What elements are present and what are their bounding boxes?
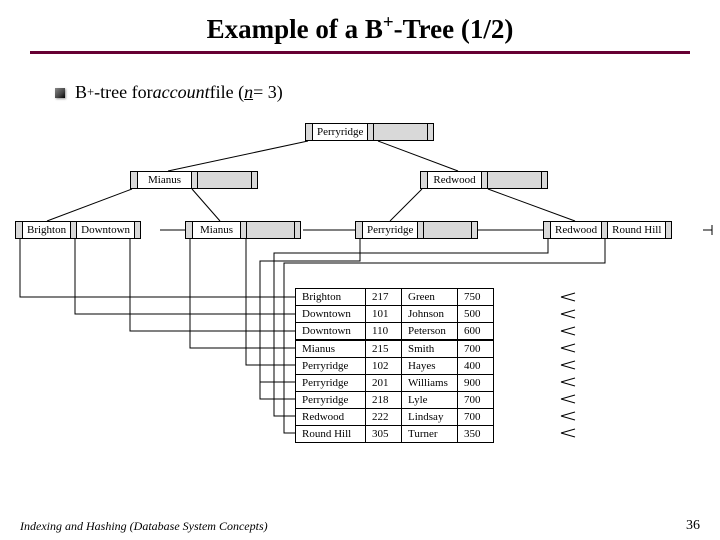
leaf-2: Mianus <box>185 221 301 239</box>
pointer <box>665 222 671 238</box>
bullet-account: account <box>153 82 210 103</box>
leaf-1-key-2: Downtown <box>76 222 134 238</box>
table-cell: Downtown <box>296 323 366 341</box>
table-row: Downtown110Peterson600 <box>296 323 494 341</box>
title-sup: + <box>383 12 394 33</box>
footer-text: Indexing and Hashing (Database System Co… <box>20 519 268 534</box>
bullet-n: n <box>244 82 253 103</box>
leaf-1: Brighton Downtown <box>15 221 141 239</box>
table-cell: Green <box>402 289 458 306</box>
table-row: Redwood222Lindsay700 <box>296 409 494 426</box>
table-row: Brighton217Green750 <box>296 289 494 306</box>
table-cell: 218 <box>366 392 402 409</box>
pointer <box>294 222 300 238</box>
leaf-3-key-2 <box>423 222 471 238</box>
table-row: Round Hill305Turner350 <box>296 426 494 443</box>
table-cell: Lindsay <box>402 409 458 426</box>
internal-right-node: Redwood <box>420 171 548 189</box>
bullet-sup: + <box>87 85 94 100</box>
leaf-4-key-2: Round Hill <box>607 222 665 238</box>
tree-canvas: Perryridge Mianus Redwood Brighton Downt… <box>0 113 720 473</box>
int-right-key-1: Redwood <box>427 172 481 188</box>
leaf-3-key-1: Perryridge <box>362 222 417 238</box>
int-right-key-2 <box>487 172 541 188</box>
table-cell: 110 <box>366 323 402 341</box>
table-cell: 222 <box>366 409 402 426</box>
table-cell: Perryridge <box>296 392 366 409</box>
table-cell: 600 <box>458 323 494 341</box>
table-cell: Perryridge <box>296 358 366 375</box>
table-cell: 102 <box>366 358 402 375</box>
table-row: Perryridge218Lyle700 <box>296 392 494 409</box>
table-cell: 217 <box>366 289 402 306</box>
int-left-key-1: Mianus <box>137 172 191 188</box>
leaf-4-key-1: Redwood <box>550 222 601 238</box>
leaf-1-key-1: Brighton <box>22 222 70 238</box>
table-cell: Williams <box>402 375 458 392</box>
bullet-close: ) <box>277 82 283 103</box>
table-cell: Redwood <box>296 409 366 426</box>
slide-title: Example of a B+-Tree (1/2) <box>0 0 720 45</box>
table-cell: Hayes <box>402 358 458 375</box>
table-cell: Lyle <box>402 392 458 409</box>
table-cell: 700 <box>458 340 494 358</box>
table-row: Mianus215Smith700 <box>296 340 494 358</box>
table-cell: Downtown <box>296 306 366 323</box>
table-cell: 201 <box>366 375 402 392</box>
page-number: 36 <box>686 518 700 534</box>
pointer <box>134 222 140 238</box>
pointer <box>541 172 547 188</box>
bullet-eq3: = 3 <box>253 82 277 103</box>
table-cell: 900 <box>458 375 494 392</box>
table-cell: Peterson <box>402 323 458 341</box>
leaf-2-key-2 <box>246 222 294 238</box>
table-cell: Smith <box>402 340 458 358</box>
table-cell: 215 <box>366 340 402 358</box>
table-cell: 700 <box>458 409 494 426</box>
bullet-line: B+-tree for account file (n = 3) <box>55 82 720 103</box>
bullet-mid: -tree for <box>94 82 152 103</box>
account-table: Brighton217Green750Downtown101Johnson500… <box>295 288 494 443</box>
bullet-file: file ( <box>210 82 244 103</box>
leaf-3: Perryridge <box>355 221 478 239</box>
table-cell: Perryridge <box>296 375 366 392</box>
table-cell: Johnson <box>402 306 458 323</box>
table-cell: 350 <box>458 426 494 443</box>
title-rule <box>30 51 690 54</box>
pointer <box>471 222 477 238</box>
title-pre: Example of a B <box>207 14 383 44</box>
table-cell: Round Hill <box>296 426 366 443</box>
bullet-icon <box>55 88 65 98</box>
pointer <box>251 172 257 188</box>
title-post: -Tree (1/2) <box>394 14 514 44</box>
table-row: Perryridge201Williams900 <box>296 375 494 392</box>
root-key-2 <box>373 124 427 140</box>
table-cell: Turner <box>402 426 458 443</box>
leaf-2-key-1: Mianus <box>192 222 240 238</box>
table-cell: 750 <box>458 289 494 306</box>
table-cell: Brighton <box>296 289 366 306</box>
pointer <box>427 124 433 140</box>
leaf-4: Redwood Round Hill <box>543 221 672 239</box>
table-row: Downtown101Johnson500 <box>296 306 494 323</box>
table-cell: Mianus <box>296 340 366 358</box>
bullet-b: B <box>75 82 87 103</box>
table-cell: 400 <box>458 358 494 375</box>
table-cell: 500 <box>458 306 494 323</box>
internal-left-node: Mianus <box>130 171 258 189</box>
root-node: Perryridge <box>305 123 434 141</box>
table-cell: 101 <box>366 306 402 323</box>
table-cell: 305 <box>366 426 402 443</box>
table-cell: 700 <box>458 392 494 409</box>
int-left-key-2 <box>197 172 251 188</box>
table-row: Perryridge102Hayes400 <box>296 358 494 375</box>
root-key-1: Perryridge <box>312 124 367 140</box>
